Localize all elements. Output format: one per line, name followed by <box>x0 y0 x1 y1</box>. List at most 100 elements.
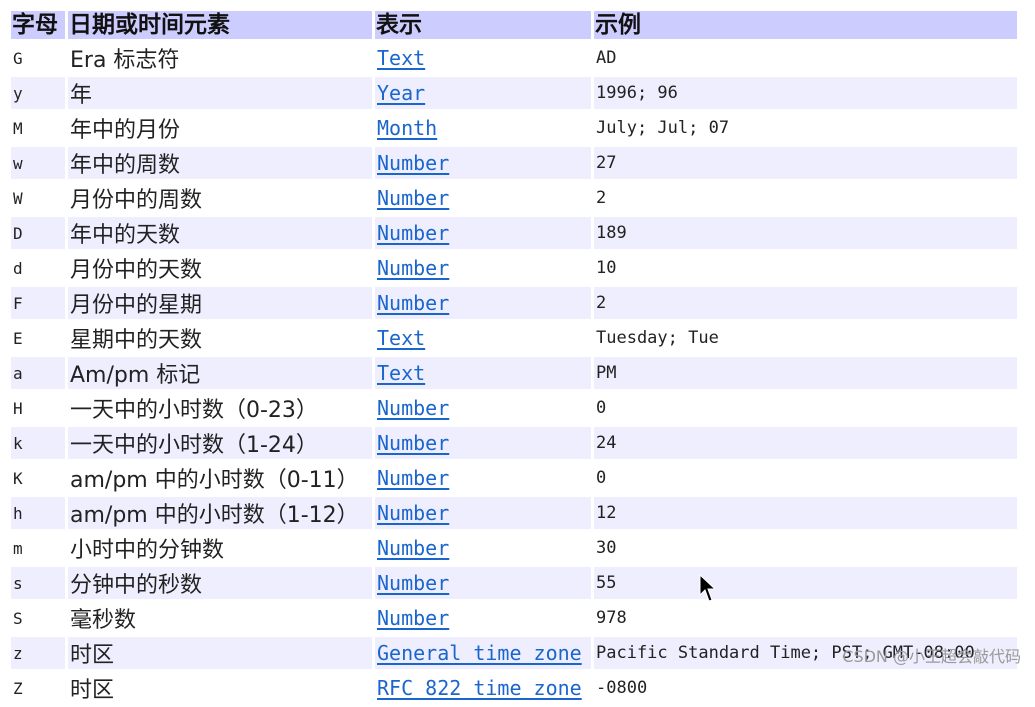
presentation-link[interactable]: Text <box>377 326 425 350</box>
presentation-cell: Number <box>375 182 591 214</box>
header-letter: 字母 <box>11 11 65 39</box>
example-value: 1996; 96 <box>594 77 1017 109</box>
date-time-element: 时区 <box>68 637 372 669</box>
table-row: m 小时中的分钟数 Number 30 <box>11 532 1017 564</box>
pattern-letter: k <box>11 427 65 459</box>
presentation-link[interactable]: Month <box>377 116 437 140</box>
presentation-cell: Number <box>375 497 591 529</box>
presentation-link[interactable]: Number <box>377 221 449 245</box>
date-time-element: 月份中的天数 <box>70 258 203 283</box>
table-row: G Era 标志符 Text AD <box>11 42 1017 74</box>
presentation-cell: Month <box>375 112 591 144</box>
watermark: CSDN @小王超会敲代码 <box>842 647 1021 666</box>
presentation-cell: Number <box>375 602 591 634</box>
presentation-cell: Number <box>375 147 591 179</box>
presentation-link[interactable]: Number <box>377 466 449 490</box>
table-row: k 一天中的小时数（1-24） Number 24 <box>11 427 1017 459</box>
table-row: D 年中的天数 Number 189 <box>11 217 1017 249</box>
pattern-letter: Z <box>13 678 23 698</box>
pattern-letter: E <box>13 328 23 348</box>
pattern-letter: M <box>13 118 23 138</box>
date-time-element: 星期中的天数 <box>70 328 203 353</box>
presentation-cell: Text <box>375 357 591 389</box>
date-time-element: 分钟中的秒数 <box>68 567 372 599</box>
example-value: AD <box>596 48 617 68</box>
pattern-letter: S <box>13 608 23 628</box>
presentation-link[interactable]: General time zone <box>377 641 582 665</box>
date-time-element: Am/pm 标记 <box>68 357 372 389</box>
presentation-cell: Number <box>375 287 591 319</box>
table-row: M 年中的月份 Month July; Jul; 07 <box>11 112 1017 144</box>
example-value: 12 <box>594 497 1017 529</box>
date-time-element: 一天中的小时数（0-23） <box>70 398 318 423</box>
table-row: h am/pm 中的小时数（1-12） Number 12 <box>11 497 1017 529</box>
table-row: E 星期中的天数 Text Tuesday; Tue <box>11 322 1017 354</box>
example-value: 189 <box>594 217 1017 249</box>
presentation-cell: Number <box>375 462 591 494</box>
date-format-table: 字母 日期或时间元素 表示 示例 G Era 标志符 Text AD y 年 Year 199… <box>8 8 1020 707</box>
pattern-letter: m <box>13 538 23 558</box>
pattern-letter: W <box>13 188 23 208</box>
presentation-link[interactable]: Year <box>377 81 425 105</box>
presentation-cell: Text <box>375 322 591 354</box>
pattern-letter: D <box>11 217 65 249</box>
date-time-element: 月份中的周数 <box>70 188 203 213</box>
presentation-cell: Text <box>375 42 591 74</box>
pattern-letter: s <box>11 567 65 599</box>
example-value: 30 <box>596 538 617 558</box>
example-value: -0800 <box>596 678 648 698</box>
presentation-link[interactable]: Number <box>377 501 449 525</box>
presentation-link[interactable]: Number <box>377 606 449 630</box>
example-value: July; Jul; 07 <box>596 118 730 138</box>
presentation-link[interactable]: Text <box>377 46 425 70</box>
presentation-link[interactable]: Number <box>377 571 449 595</box>
date-time-element: am/pm 中的小时数（0-11） <box>70 468 359 493</box>
presentation-cell: Number <box>375 392 591 424</box>
presentation-cell: RFC 822 time zone <box>375 672 591 704</box>
table-row: W 月份中的周数 Number 2 <box>11 182 1017 214</box>
date-time-element: 月份中的星期 <box>68 287 372 319</box>
table-row: Kam/pm 中的小时数（0-11） Number 0 <box>11 462 1017 494</box>
presentation-link[interactable]: Number <box>377 431 449 455</box>
presentation-link[interactable]: RFC 822 time zone <box>377 676 582 700</box>
pattern-letter: h <box>11 497 65 529</box>
table-row: H 一天中的小时数（0-23） Number 0 <box>11 392 1017 424</box>
table-row: w 年中的周数 Number 27 <box>11 147 1017 179</box>
pattern-letter: a <box>11 357 65 389</box>
date-time-element: 年中的月份 <box>70 118 181 143</box>
mouse-pointer-icon <box>699 574 717 602</box>
date-time-element: 年中的天数 <box>68 217 372 249</box>
table-row: y 年 Year 1996; 96 <box>11 77 1017 109</box>
presentation-cell: General time zone <box>375 637 591 669</box>
date-time-element: 一天中的小时数（1-24） <box>68 427 372 459</box>
table-row: S 毫秒数 Number 978 <box>11 602 1017 634</box>
header-presentation: 表示 <box>375 11 591 39</box>
presentation-link[interactable]: Number <box>377 256 449 280</box>
presentation-link[interactable]: Text <box>377 361 425 385</box>
example-value: 0 <box>596 398 607 418</box>
presentation-cell: Number <box>375 532 591 564</box>
presentation-cell: Number <box>375 217 591 249</box>
example-value: 55 <box>594 567 1017 599</box>
pattern-letter: y <box>11 77 65 109</box>
table-header-row: 字母 日期或时间元素 表示 示例 <box>11 11 1017 39</box>
pattern-letter: G <box>13 48 23 68</box>
presentation-cell: Number <box>375 567 591 599</box>
date-time-element: 年中的周数 <box>68 147 372 179</box>
example-value: 0 <box>596 468 607 488</box>
table-row: F 月份中的星期 Number 2 <box>11 287 1017 319</box>
presentation-link[interactable]: Number <box>377 151 449 175</box>
pattern-letter: d <box>13 258 23 278</box>
example-value: 27 <box>594 147 1017 179</box>
example-value: 24 <box>594 427 1017 459</box>
example-value: Tuesday; Tue <box>596 328 719 348</box>
presentation-link[interactable]: Number <box>377 396 449 420</box>
presentation-link[interactable]: Number <box>377 186 449 210</box>
presentation-link[interactable]: Number <box>377 536 449 560</box>
example-value: 2 <box>596 188 607 208</box>
date-time-element: 小时中的分钟数 <box>70 538 225 563</box>
presentation-link[interactable]: Number <box>377 291 449 315</box>
date-time-element: Era 标志符 <box>70 48 180 73</box>
table-row: d 月份中的天数 Number 10 <box>11 252 1017 284</box>
presentation-cell: Number <box>375 252 591 284</box>
